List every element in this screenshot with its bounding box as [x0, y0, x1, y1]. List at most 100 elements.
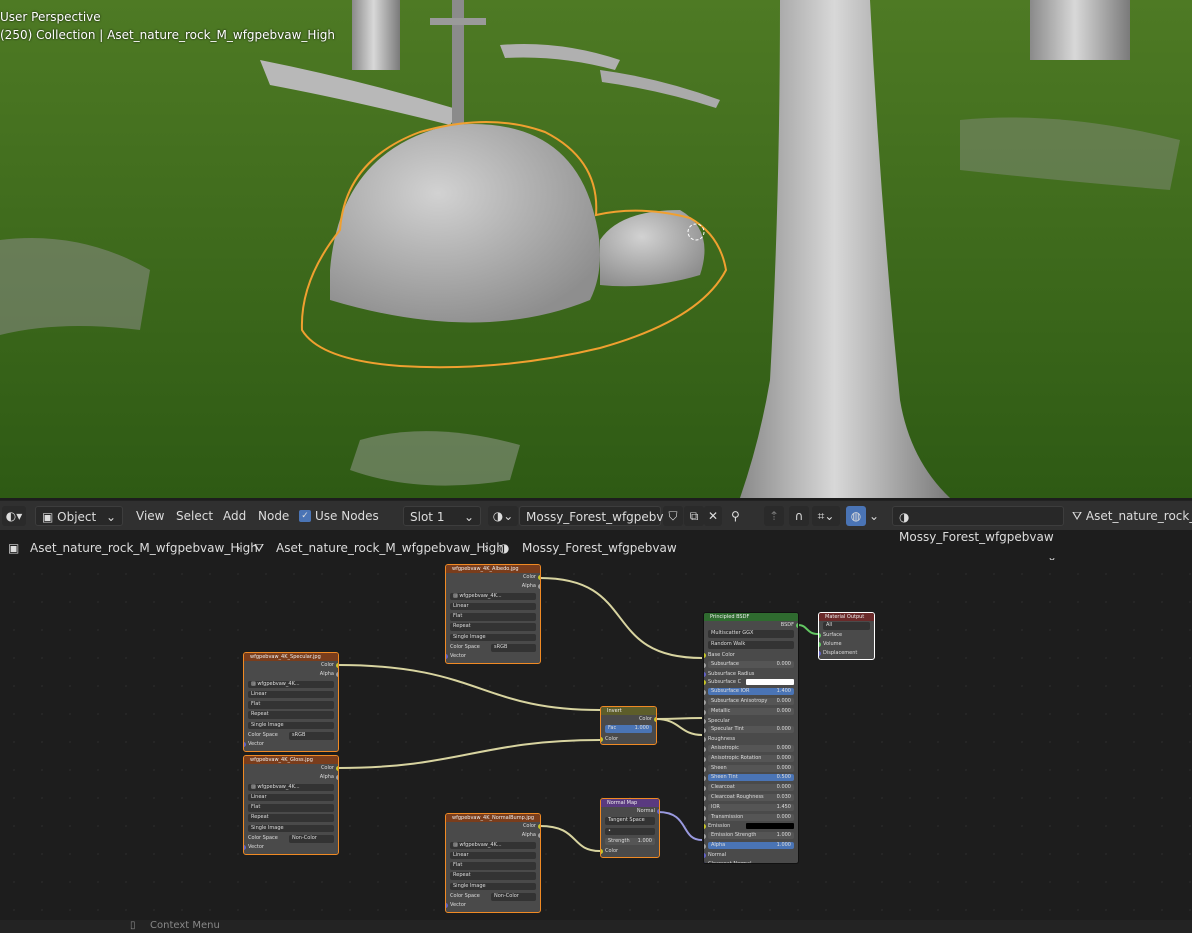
input-socket[interactable] [704, 795, 706, 801]
extension-dropdown[interactable]: Repeat [248, 814, 334, 822]
color-space-dropdown[interactable]: sRGB [491, 644, 536, 652]
value-slider[interactable]: Anisotropic 0.000 [708, 744, 794, 752]
value-slider[interactable]: Clearcoat Roughness 0.030 [708, 793, 794, 801]
editor-type-icon[interactable]: ◐▾ [2, 506, 26, 526]
projection-dropdown[interactable]: Flat [248, 804, 334, 812]
socket-color[interactable] [538, 575, 540, 580]
source-dropdown[interactable]: Single Image [248, 824, 334, 833]
socket-displacement[interactable] [819, 651, 821, 657]
input-socket[interactable] [704, 690, 706, 696]
value-slider[interactable]: Sheen Tint 0.500 [708, 774, 794, 782]
input-socket[interactable] [704, 737, 706, 743]
material-selector-dropdown[interactable]: ◑ Mossy_Forest_wfgpebvaw ⌄ [892, 506, 1064, 564]
value-slider[interactable]: Metallic 0.000 [708, 707, 794, 715]
input-socket[interactable] [704, 756, 706, 762]
socket-bsdf[interactable] [796, 623, 798, 628]
pin-icon[interactable]: ⚲ [731, 506, 747, 526]
object-mode-dropdown[interactable]: ▣ Object ⌄ [35, 506, 123, 526]
input-socket[interactable] [704, 786, 706, 792]
node-editor-canvas[interactable]: wfgpebvaw_4K_Albedo.jpg Color Alpha ▨ wf… [0, 560, 1192, 920]
extension-dropdown[interactable]: Repeat [450, 623, 536, 631]
projection-dropdown[interactable]: Flat [450, 862, 536, 870]
image-texture-node-normalbump[interactable]: wfgpebvaw_4K_NormalBump.jpg Color Alpha … [445, 813, 541, 913]
principled-bsdf-node[interactable]: Principled BSDF BSDF Multiscatter GGX Ra… [703, 612, 799, 864]
distribution-dropdown[interactable]: Multiscatter GGX [708, 630, 794, 638]
source-dropdown[interactable]: Single Image [450, 882, 536, 891]
invert-node[interactable]: Invert Color Fac 1.000 Color [600, 706, 657, 745]
input-socket[interactable] [704, 662, 706, 668]
value-slider[interactable]: Clearcoat 0.000 [708, 784, 794, 792]
value-slider[interactable]: Sheen 0.000 [708, 764, 794, 772]
socket-vector[interactable] [244, 845, 246, 851]
material-name-field[interactable]: Mossy_Forest_wfgpebvaw [519, 506, 681, 526]
use-nodes-checkbox[interactable]: ✓ [299, 510, 311, 522]
image-texture-node-gloss[interactable]: wfgpebvaw_4K_Gloss.jpg Color Alpha ▨ wfg… [243, 755, 339, 855]
socket-normal[interactable] [657, 809, 659, 814]
socket-surface[interactable] [819, 633, 821, 639]
input-socket[interactable] [704, 834, 706, 840]
projection-dropdown[interactable]: Flat [450, 613, 536, 621]
value-slider[interactable]: Specular Tint 0.000 [708, 726, 794, 734]
image-selector[interactable]: ▨ wfgpebvaw_4K... [450, 592, 536, 601]
object-data-field[interactable]: ⛛ Aset_nature_rock_M_ [1072, 506, 1192, 526]
value-slider[interactable]: Emission Strength 1.000 [708, 832, 794, 840]
color-swatch[interactable] [746, 823, 794, 830]
space-dropdown[interactable]: Tangent Space [605, 817, 655, 825]
image-selector[interactable]: ▨ wfgpebvaw_4K... [248, 783, 334, 792]
image-texture-node-specular[interactable]: wfgpebvaw_4K_Specular.jpg Color Alpha ▨ … [243, 652, 339, 752]
image-selector[interactable]: ▨ wfgpebvaw_4K... [248, 680, 334, 689]
socket-volume[interactable] [819, 642, 821, 648]
color-space-dropdown[interactable]: sRGB [289, 732, 334, 740]
socket-vector[interactable] [446, 654, 448, 660]
input-socket[interactable] [704, 805, 706, 811]
projection-dropdown[interactable]: Flat [248, 701, 334, 709]
color-space-dropdown[interactable]: Non-Color [491, 893, 536, 901]
uv-map-field[interactable]: • [605, 827, 655, 836]
menu-select[interactable]: Select [176, 506, 213, 526]
input-socket[interactable] [704, 718, 706, 724]
image-texture-node-albedo[interactable]: wfgpebvaw_4K_Albedo.jpg Color Alpha ▨ wf… [445, 564, 541, 664]
socket-alpha[interactable] [538, 833, 540, 839]
interpolation-dropdown[interactable]: Linear [450, 602, 536, 611]
input-socket[interactable] [704, 843, 706, 849]
interpolation-dropdown[interactable]: Linear [248, 690, 334, 699]
value-slider[interactable]: Alpha 1.000 [708, 841, 794, 849]
overlay-toggle-icon[interactable]: ◍ [846, 506, 866, 526]
material-browse-icon[interactable]: ◑⌄ [488, 506, 518, 526]
input-socket[interactable] [704, 728, 706, 734]
menu-view[interactable]: View [136, 506, 164, 526]
source-dropdown[interactable]: Single Image [248, 721, 334, 730]
value-slider[interactable]: Subsurface 0.000 [708, 660, 794, 668]
close-icon[interactable]: ✕ [704, 506, 722, 526]
color-space-dropdown[interactable]: Non-Color [289, 835, 334, 843]
input-socket[interactable] [704, 699, 706, 705]
material-output-node[interactable]: Material Output All Surface Volume Displ… [818, 612, 875, 660]
strength-slider[interactable]: Strength 1.000 [605, 837, 655, 846]
interpolation-dropdown[interactable]: Linear [450, 851, 536, 860]
extension-dropdown[interactable]: Repeat [450, 872, 536, 880]
socket-alpha[interactable] [538, 584, 540, 590]
socket-alpha[interactable] [336, 775, 338, 781]
input-socket[interactable] [704, 680, 706, 686]
fac-slider[interactable]: Fac 1.000 [605, 725, 652, 733]
color-swatch[interactable] [746, 679, 794, 686]
input-socket[interactable] [704, 746, 706, 752]
value-slider[interactable]: Subsurface Anisotropy 0.000 [708, 697, 794, 705]
target-dropdown[interactable]: All [823, 622, 870, 630]
value-slider[interactable]: Transmission 0.000 [708, 813, 794, 821]
input-socket[interactable] [704, 824, 706, 830]
slot-dropdown[interactable]: Slot 1 ⌄ [403, 506, 481, 526]
value-slider[interactable]: IOR 1.450 [708, 803, 794, 811]
input-socket[interactable] [704, 776, 706, 782]
fake-user-shield-icon[interactable]: ⛉ [663, 506, 683, 526]
socket-vector[interactable] [446, 903, 448, 909]
socket-color[interactable] [538, 824, 540, 829]
value-slider[interactable]: Subsurface IOR 1.400 [708, 688, 794, 696]
socket-color[interactable] [336, 766, 338, 771]
input-socket[interactable] [704, 671, 706, 677]
source-dropdown[interactable]: Single Image [450, 633, 536, 642]
normal-map-node[interactable]: Normal Map Normal Tangent Space • Streng… [600, 798, 660, 858]
subsurface-method-dropdown[interactable]: Random Walk [708, 641, 794, 649]
menu-node[interactable]: Node [258, 506, 289, 526]
socket-color[interactable] [654, 717, 656, 722]
